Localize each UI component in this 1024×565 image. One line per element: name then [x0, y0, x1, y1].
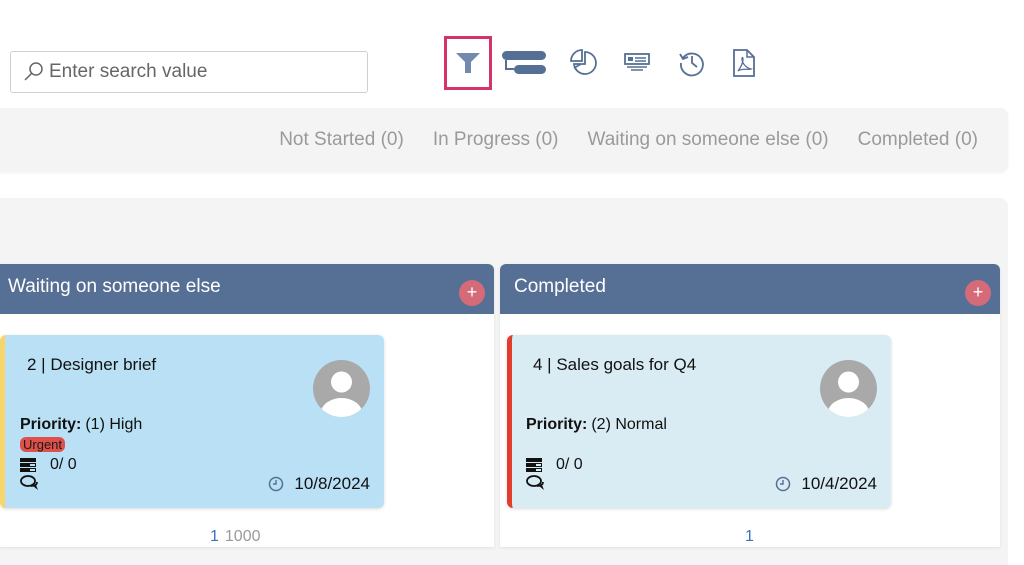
column-header: Waiting on someone else + — [0, 264, 494, 314]
priority-label: Priority: — [20, 416, 82, 433]
filter-button[interactable] — [444, 36, 492, 90]
column-waiting: Waiting on someone else + 2 | Designer b… — [0, 264, 494, 547]
board-view-button[interactable] — [624, 53, 650, 73]
status-filter-bar: Not Started (0) In Progress (0) Waiting … — [0, 108, 1008, 172]
subtask-count: 0/ 0 — [556, 456, 583, 473]
chart-view-button[interactable] — [570, 49, 598, 77]
column-header: Completed + — [500, 264, 1000, 314]
task-card[interactable]: 2 | Designer brief Priority: (1) High Urg… — [0, 335, 384, 508]
urgent-badge: Urgent — [20, 437, 66, 452]
task-card[interactable]: 4 | Sales goals for Q4 Priority: (2) Norm… — [507, 335, 891, 508]
search-box[interactable] — [10, 51, 368, 93]
export-pdf-button[interactable] — [732, 49, 756, 77]
column-title: Waiting on someone else — [8, 276, 221, 297]
pagination: 1 — [745, 528, 754, 546]
pdf-icon — [733, 49, 755, 77]
pagination: 1 1000 — [210, 528, 261, 546]
subtask-count: 0/ 0 — [50, 456, 77, 473]
status-tab-waiting[interactable]: Waiting on someone else (0) — [587, 129, 828, 151]
priority-value: (1) High — [85, 416, 143, 433]
view-toolbar — [444, 36, 756, 90]
priority-field: Priority: (2) Normal — [526, 416, 667, 434]
filter-icon — [456, 53, 480, 73]
subtask-counter: 0/ 0 — [20, 456, 77, 474]
column-completed: Completed + 4 | Sales goals for Q4 Prior… — [500, 264, 1000, 547]
avatar-icon[interactable] — [820, 360, 877, 417]
clock-icon — [776, 476, 791, 492]
priority-value: (2) Normal — [591, 416, 667, 433]
task-title[interactable]: 2 | Designer brief — [27, 355, 156, 375]
status-tab-completed[interactable]: Completed (0) — [858, 129, 978, 151]
search-input[interactable] — [49, 61, 349, 83]
column-title: Completed — [514, 276, 606, 297]
subtask-counter: 0/ 0 — [526, 456, 583, 474]
due-date-value: 10/8/2024 — [294, 474, 370, 493]
history-icon — [679, 52, 704, 77]
due-date-value: 10/4/2024 — [801, 474, 877, 493]
add-task-button[interactable]: + — [965, 280, 991, 306]
gantt-view-button[interactable] — [502, 50, 546, 76]
priority-field: Priority: (1) High — [20, 416, 142, 434]
comments-icon[interactable] — [526, 475, 546, 491]
search-icon — [24, 62, 43, 81]
history-button[interactable] — [678, 49, 706, 77]
subtasks-icon — [20, 458, 36, 472]
due-date: 10/8/2024 — [268, 474, 370, 494]
page-link-current[interactable]: 1 — [210, 528, 219, 545]
task-title[interactable]: 4 | Sales goals for Q4 — [533, 355, 696, 375]
comments-icon[interactable] — [20, 475, 40, 491]
status-tab-not-started[interactable]: Not Started (0) — [279, 129, 404, 151]
page-link-current[interactable]: 1 — [745, 528, 754, 545]
gantt-icon — [502, 51, 546, 74]
clock-icon — [269, 476, 284, 492]
avatar-icon[interactable] — [313, 360, 370, 417]
kanban-board: Waiting on someone else + 2 | Designer b… — [0, 198, 1008, 565]
page-size-link[interactable]: 1000 — [225, 528, 261, 545]
add-task-button[interactable]: + — [459, 280, 485, 306]
status-tab-in-progress[interactable]: In Progress (0) — [433, 129, 559, 151]
priority-label: Priority: — [526, 416, 588, 433]
board-icon — [624, 53, 650, 71]
pie-chart-icon — [570, 49, 597, 75]
due-date: 10/4/2024 — [775, 474, 877, 494]
subtasks-icon — [526, 458, 542, 472]
